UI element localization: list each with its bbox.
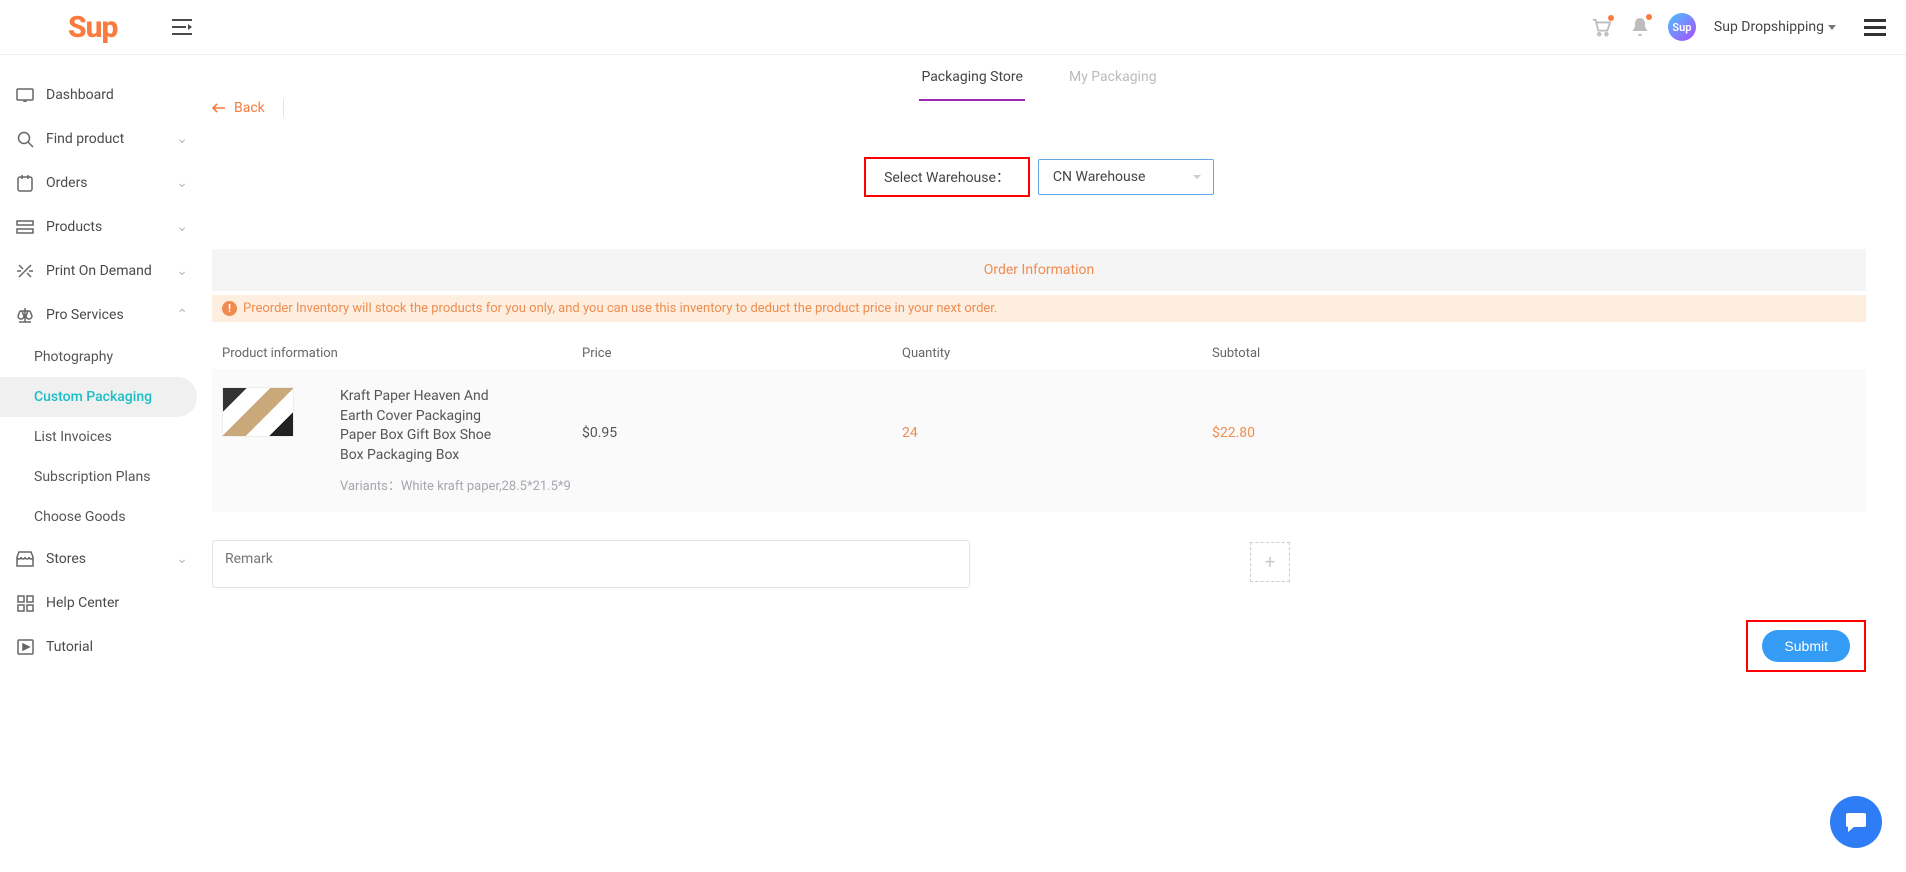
dashboard-icon — [16, 88, 34, 102]
sidebar-sub-choose-goods[interactable]: Choose Goods — [0, 497, 200, 537]
chat-button[interactable] — [1830, 796, 1882, 848]
order-information-title: Order Information — [212, 249, 1866, 291]
product-thumbnail — [222, 387, 294, 437]
chevron-up-icon: ⌃ — [176, 307, 188, 323]
cart-icon[interactable] — [1590, 17, 1612, 37]
sidebar-item-orders[interactable]: Orders ⌄ — [0, 161, 200, 205]
tab-packaging-store[interactable]: Packaging Store — [919, 69, 1025, 101]
sidebar-item-print-on-demand[interactable]: Print On Demand ⌄ — [0, 249, 200, 293]
sidebar-item-help-center[interactable]: Help Center — [0, 581, 200, 625]
sidebar: Dashboard Find product ⌄ Orders ⌄ Produc… — [0, 55, 200, 712]
cart-badge — [1608, 15, 1614, 21]
sidebar-sub-custom-packaging[interactable]: Custom Packaging — [0, 377, 197, 417]
product-price: $0.95 — [582, 425, 902, 441]
logo[interactable]: Sup — [68, 10, 117, 45]
sidebar-item-label: Print On Demand — [46, 263, 152, 279]
print-icon — [16, 262, 34, 280]
stores-icon — [16, 551, 34, 567]
warning-banner: ! Preorder Inventory will stock the prod… — [212, 295, 1866, 322]
warehouse-select[interactable]: CN Warehouse — [1038, 159, 1214, 195]
user-menu[interactable]: Sup Dropshipping — [1714, 19, 1836, 35]
chevron-down-icon: ⌄ — [176, 263, 188, 279]
sidebar-item-stores[interactable]: Stores ⌄ — [0, 537, 200, 581]
remark-input[interactable] — [212, 540, 970, 588]
user-name: Sup Dropshipping — [1714, 19, 1824, 35]
warning-icon: ! — [222, 301, 237, 316]
orders-icon — [16, 174, 34, 192]
sidebar-item-label: Tutorial — [46, 639, 93, 655]
warehouse-label: Select Warehouse： — [864, 157, 1030, 197]
chevron-down-icon — [1828, 25, 1836, 30]
sidebar-item-products[interactable]: Products ⌄ — [0, 205, 200, 249]
chevron-down-icon: ⌄ — [176, 219, 188, 235]
arrow-left-icon — [212, 103, 226, 113]
scale-icon — [16, 306, 34, 324]
sidebar-item-label: Pro Services — [46, 307, 124, 323]
col-product: Product information — [222, 346, 582, 361]
search-icon — [16, 131, 34, 148]
sidebar-item-find-product[interactable]: Find product ⌄ — [0, 117, 200, 161]
chat-icon — [1844, 811, 1868, 833]
col-subtotal: Subtotal — [1212, 346, 1856, 361]
sidebar-item-label: Help Center — [46, 595, 119, 611]
sidebar-item-label: Find product — [46, 131, 124, 147]
sidebar-item-pro-services[interactable]: Pro Services ⌃ — [0, 293, 200, 337]
tutorial-icon — [16, 639, 34, 655]
sidebar-item-dashboard[interactable]: Dashboard — [0, 73, 200, 117]
product-name: Kraft Paper Heaven And Earth Cover Packa… — [340, 387, 510, 465]
burger-icon[interactable] — [1864, 19, 1886, 36]
back-link[interactable]: Back — [212, 99, 284, 117]
col-price: Price — [582, 346, 902, 361]
chevron-down-icon: ⌄ — [176, 551, 188, 567]
header: Sup Sup Sup Dropshipping — [0, 0, 1906, 55]
sidebar-item-tutorial[interactable]: Tutorial — [0, 625, 200, 669]
back-label: Back — [234, 100, 265, 116]
product-quantity: 24 — [902, 425, 1212, 441]
main-content: Packaging Store My Packaging Back Select… — [200, 55, 1906, 712]
sidebar-item-label: Dashboard — [46, 87, 114, 103]
sidebar-item-label: Products — [46, 219, 102, 235]
menu-toggle[interactable] — [172, 19, 192, 35]
help-icon — [16, 595, 34, 612]
tabs: Packaging Store My Packaging — [212, 69, 1866, 101]
table-header: Product information Price Quantity Subto… — [212, 338, 1866, 369]
chevron-down-icon: ⌄ — [176, 175, 188, 191]
sidebar-item-label: Orders — [46, 175, 88, 191]
warning-text: Preorder Inventory will stock the produc… — [243, 301, 997, 316]
sidebar-sub-photography[interactable]: Photography — [0, 337, 200, 377]
sidebar-sub-subscription-plans[interactable]: Subscription Plans — [0, 457, 200, 497]
submit-highlight: Submit — [1746, 620, 1866, 672]
products-icon — [16, 220, 34, 234]
table-row: Kraft Paper Heaven And Earth Cover Packa… — [212, 369, 1866, 512]
sidebar-sub-list-invoices[interactable]: List Invoices — [0, 417, 200, 457]
chevron-down-icon: ⌄ — [176, 131, 188, 147]
product-variants: Variants：White kraft paper,28.5*21.5*9 — [340, 475, 571, 494]
bell-icon[interactable] — [1630, 16, 1650, 38]
tab-my-packaging[interactable]: My Packaging — [1067, 69, 1159, 101]
bell-badge — [1646, 14, 1652, 20]
sidebar-item-label: Stores — [46, 551, 86, 567]
divider — [283, 99, 284, 117]
avatar[interactable]: Sup — [1668, 13, 1696, 41]
product-subtotal: $22.80 — [1212, 425, 1856, 441]
submit-button[interactable]: Submit — [1762, 630, 1850, 662]
add-attachment-button[interactable]: + — [1250, 542, 1290, 582]
col-quantity: Quantity — [902, 346, 1212, 361]
